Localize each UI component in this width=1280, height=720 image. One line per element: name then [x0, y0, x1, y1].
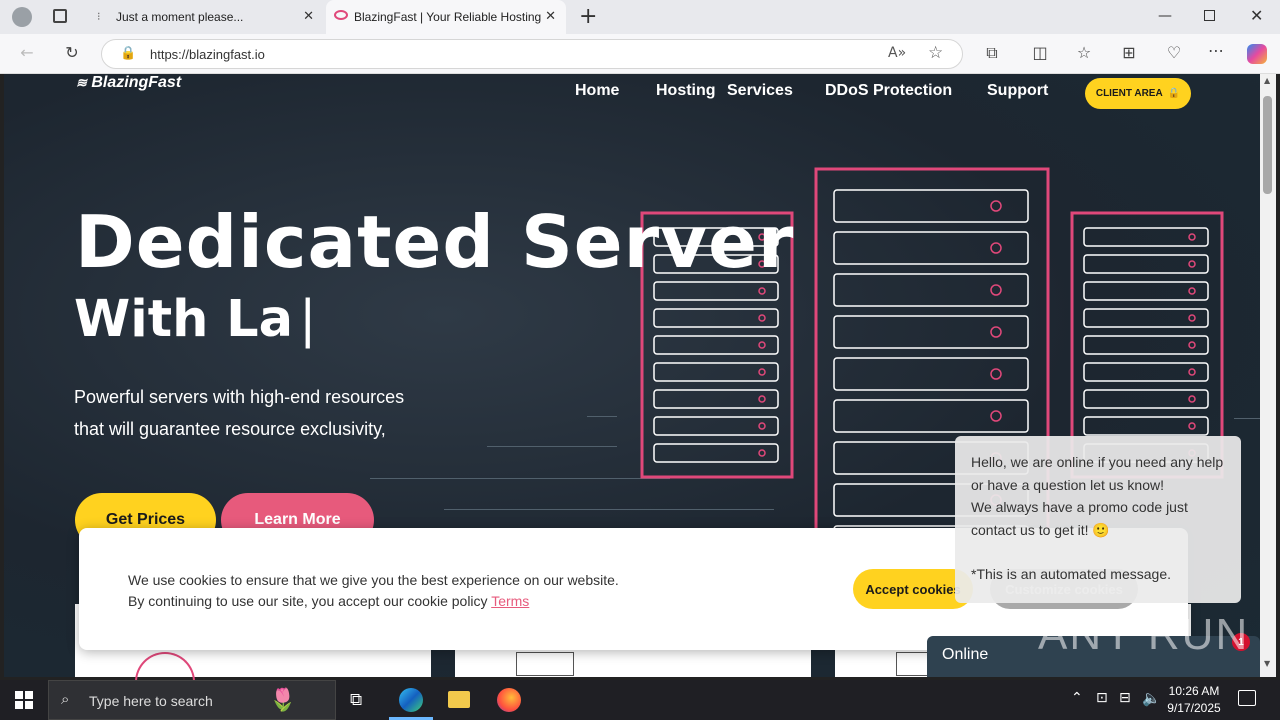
hero-description-line: Powerful servers with high-end resources	[74, 387, 405, 407]
start-icon[interactable]	[15, 691, 33, 709]
client-area-button[interactable]: CLIENT AREA 🔒	[1085, 78, 1191, 109]
edge-taskbar-icon[interactable]	[399, 688, 423, 712]
speed-line	[587, 416, 617, 417]
taskbar-search[interactable]: ⌕ Type here to search 🌷	[48, 680, 336, 720]
scroll-up-icon[interactable]: ▲	[1264, 76, 1270, 85]
address-toolbar: ← ↻ 🔒 https://blazingfast.io A» ☆ ⧉ ◫ ☆ …	[0, 34, 1280, 74]
nav-hosting[interactable]: Hosting	[656, 82, 716, 100]
cookie-line: We use cookies to ensure that we give yo…	[128, 572, 619, 588]
copilot-icon[interactable]	[1247, 44, 1267, 64]
new-tab-icon[interactable]: +	[579, 4, 597, 29]
terms-link[interactable]: Terms	[491, 593, 529, 609]
firefox-icon[interactable]	[497, 688, 521, 712]
network-icon[interactable]: ⊟	[1119, 690, 1131, 706]
browser-tab-bar: ⁝ Just a moment please... ✕ BlazingFast …	[0, 0, 1280, 34]
task-view-icon[interactable]: ⧉	[350, 690, 362, 710]
tab-just-a-moment[interactable]: ⁝ Just a moment please... ✕	[88, 0, 324, 34]
blazingfast-logo[interactable]: ≋ BlazingFast	[76, 74, 181, 92]
extensions-icon[interactable]: ⧉	[980, 43, 1004, 63]
split-screen-icon[interactable]: ◫	[1028, 43, 1052, 62]
tab-title: BlazingFast | Your Reliable Hosting	[354, 10, 542, 24]
hero-subtitle-text: With La	[74, 290, 294, 349]
speed-line	[370, 478, 670, 479]
anyrun-watermark: ANY RUN	[1038, 610, 1250, 659]
refresh-icon[interactable]: ↻	[60, 43, 84, 62]
server-leds-side	[758, 233, 1196, 457]
clock-date: 9/17/2025	[1167, 701, 1221, 715]
chat-message: *This is an automated message.	[971, 566, 1171, 582]
logo-icon: ≋	[76, 75, 87, 90]
tab-blazingfast[interactable]: BlazingFast | Your Reliable Hosting ✕	[326, 0, 566, 34]
nav-support[interactable]: Support	[987, 82, 1048, 100]
nav-ddos-protection[interactable]: DDoS Protection	[825, 82, 952, 100]
favorites-icon[interactable]: ☆	[1072, 43, 1096, 62]
hero-description: Powerful servers with high-end resources…	[74, 381, 404, 445]
nav-home[interactable]: Home	[575, 82, 619, 100]
blazingfast-favicon-icon	[334, 10, 348, 20]
site-info-icon[interactable]: 🔒	[120, 46, 136, 61]
read-aloud-icon[interactable]: A»	[888, 45, 906, 61]
close-tab-icon[interactable]: ✕	[303, 8, 314, 24]
favorite-star-icon[interactable]: ☆	[928, 43, 943, 63]
clock-time: 10:26 AM	[1168, 684, 1220, 698]
restore-icon[interactable]	[1204, 10, 1215, 21]
network-drive-icon[interactable]: ⊡	[1096, 690, 1108, 706]
tulip-decoration-icon: 🌷	[269, 687, 297, 712]
logo-text: BlazingFast	[91, 74, 182, 91]
lock-icon: 🔒	[1167, 88, 1181, 99]
tab-actions-icon[interactable]	[53, 9, 67, 23]
clock[interactable]: 10:26 AM 9/17/2025	[1164, 683, 1224, 717]
cookie-line: By continuing to use our site, you accep…	[128, 591, 619, 612]
chat-message: We always have a promo code just contact…	[971, 499, 1188, 538]
speed-line	[1234, 418, 1260, 419]
close-window-icon[interactable]: ✕	[1250, 6, 1263, 25]
scroll-down-icon[interactable]: ▼	[1264, 659, 1270, 668]
chat-message: Hello, we are online if you need any hel…	[971, 454, 1224, 493]
address-bar[interactable]: 🔒 https://blazingfast.io A» ☆	[101, 39, 963, 69]
speed-line	[487, 446, 617, 447]
browser-essentials-icon[interactable]: ♡	[1162, 43, 1186, 62]
profile-icon[interactable]	[12, 7, 32, 27]
url-text: https://blazingfast.io	[150, 47, 265, 62]
hero-subtitle: With La |	[74, 290, 316, 349]
more-menu-icon[interactable]: ⋯	[1204, 41, 1228, 60]
close-tab-icon[interactable]: ✕	[545, 8, 556, 24]
tab-loading-icon: ⁝	[97, 11, 101, 23]
chat-status: Online	[942, 646, 989, 663]
tab-title: Just a moment please...	[116, 10, 244, 24]
hero-description-line: that will guarantee resource exclusivity…	[74, 419, 386, 439]
client-area-label: CLIENT AREA	[1095, 88, 1163, 99]
collections-icon[interactable]: ⊞	[1117, 43, 1141, 62]
notifications-icon[interactable]	[1238, 690, 1256, 706]
volume-icon[interactable]: 🔈	[1142, 689, 1161, 707]
search-icon: ⌕	[61, 691, 70, 708]
show-hidden-icons[interactable]: ⌃	[1071, 690, 1083, 706]
cookie-line-text: By continuing to use our site, you accep…	[128, 593, 488, 609]
search-placeholder: Type here to search	[89, 693, 213, 709]
file-explorer-icon[interactable]	[448, 691, 470, 708]
back-icon[interactable]: ←	[15, 43, 39, 62]
card-icon	[516, 652, 574, 676]
chat-popup[interactable]: Hello, we are online if you need any hel…	[955, 436, 1241, 603]
nav-services[interactable]: Services	[727, 82, 793, 100]
typing-cursor: |	[299, 290, 317, 349]
scrollbar-thumb[interactable]	[1263, 96, 1272, 194]
cookie-message: We use cookies to ensure that we give yo…	[128, 570, 619, 612]
hero-title: Dedicated Server	[75, 200, 795, 284]
minimize-icon[interactable]: —	[1158, 8, 1172, 24]
